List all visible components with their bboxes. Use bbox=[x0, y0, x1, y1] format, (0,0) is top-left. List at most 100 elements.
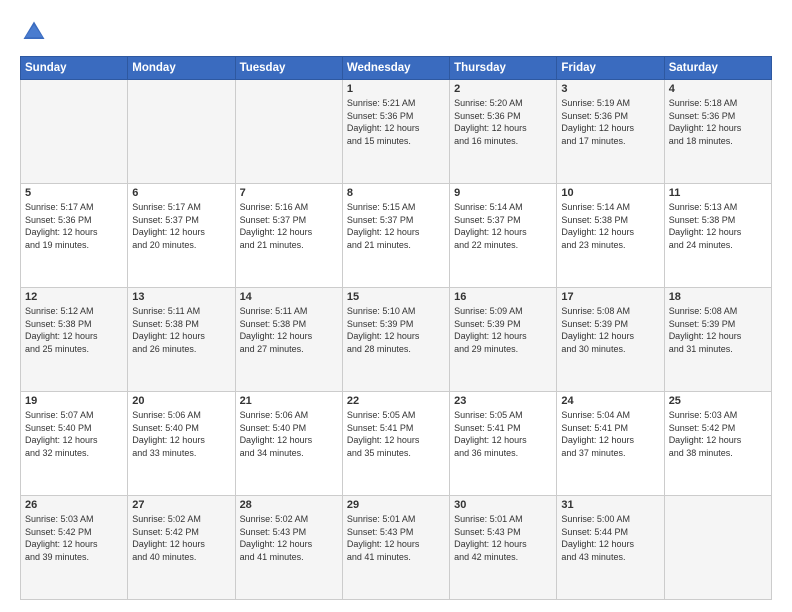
day-info: Sunrise: 5:09 AM Sunset: 5:39 PM Dayligh… bbox=[454, 305, 552, 355]
day-number: 4 bbox=[669, 83, 767, 95]
day-info: Sunrise: 5:03 AM Sunset: 5:42 PM Dayligh… bbox=[669, 409, 767, 459]
calendar-cell: 19 Sunrise: 5:07 AM Sunset: 5:40 PM Dayli… bbox=[21, 392, 128, 496]
day-info: Sunrise: 5:17 AM Sunset: 5:37 PM Dayligh… bbox=[132, 201, 230, 251]
day-number: 26 bbox=[25, 499, 123, 511]
calendar-cell: 11Sunrise: 5:13 AM Sunset: 5:38 PM Dayli… bbox=[664, 184, 771, 288]
calendar-cell: 17 Sunrise: 5:08 AM Sunset: 5:39 PM Dayli… bbox=[557, 288, 664, 392]
logo-area bbox=[20, 18, 50, 46]
calendar-cell: 5 Sunrise: 5:17 AM Sunset: 5:36 PM Daylig… bbox=[21, 184, 128, 288]
calendar-cell: 28 Sunrise: 5:02 AM Sunset: 5:43 PM Dayli… bbox=[235, 496, 342, 600]
calendar-cell: 1 Sunrise: 5:21 AM Sunset: 5:36 PM Daylig… bbox=[342, 80, 449, 184]
calendar-cell: 18Sunrise: 5:08 AM Sunset: 5:39 PM Dayli… bbox=[664, 288, 771, 392]
calendar-cell: 26 Sunrise: 5:03 AM Sunset: 5:42 PM Dayli… bbox=[21, 496, 128, 600]
day-info: Sunrise: 5:01 AM Sunset: 5:43 PM Dayligh… bbox=[454, 513, 552, 563]
day-number: 13 bbox=[132, 291, 230, 303]
day-info: Sunrise: 5:02 AM Sunset: 5:42 PM Dayligh… bbox=[132, 513, 230, 563]
calendar-cell: 21 Sunrise: 5:06 AM Sunset: 5:40 PM Dayli… bbox=[235, 392, 342, 496]
day-info: Sunrise: 5:05 AM Sunset: 5:41 PM Dayligh… bbox=[347, 409, 445, 459]
calendar-row-2: 12 Sunrise: 5:12 AM Sunset: 5:38 PM Dayli… bbox=[21, 288, 772, 392]
day-info: Sunrise: 5:12 AM Sunset: 5:38 PM Dayligh… bbox=[25, 305, 123, 355]
calendar-cell: 27 Sunrise: 5:02 AM Sunset: 5:42 PM Dayli… bbox=[128, 496, 235, 600]
day-info: Sunrise: 5:19 AM Sunset: 5:36 PM Dayligh… bbox=[561, 97, 659, 147]
day-info: Sunrise: 5:17 AM Sunset: 5:36 PM Dayligh… bbox=[25, 201, 123, 251]
calendar-cell: 16 Sunrise: 5:09 AM Sunset: 5:39 PM Dayli… bbox=[450, 288, 557, 392]
calendar-cell: 23 Sunrise: 5:05 AM Sunset: 5:41 PM Dayli… bbox=[450, 392, 557, 496]
day-info: Sunrise: 5:14 AM Sunset: 5:38 PM Dayligh… bbox=[561, 201, 659, 251]
day-number: 12 bbox=[25, 291, 123, 303]
day-info: Sunrise: 5:06 AM Sunset: 5:40 PM Dayligh… bbox=[240, 409, 338, 459]
day-info: Sunrise: 5:18 AM Sunset: 5:36 PM Dayligh… bbox=[669, 97, 767, 147]
calendar-cell: 25 Sunrise: 5:03 AM Sunset: 5:42 PM Dayli… bbox=[664, 392, 771, 496]
day-number: 21 bbox=[240, 395, 338, 407]
calendar-cell: 22 Sunrise: 5:05 AM Sunset: 5:41 PM Dayli… bbox=[342, 392, 449, 496]
day-info: Sunrise: 5:08 AM Sunset: 5:39 PM Dayligh… bbox=[669, 305, 767, 355]
calendar-cell: 13 Sunrise: 5:11 AM Sunset: 5:38 PM Dayli… bbox=[128, 288, 235, 392]
day-info: Sunrise: 5:11 AM Sunset: 5:38 PM Dayligh… bbox=[240, 305, 338, 355]
calendar-cell: 9 Sunrise: 5:14 AM Sunset: 5:37 PM Daylig… bbox=[450, 184, 557, 288]
day-number: 22 bbox=[347, 395, 445, 407]
calendar-cell: 31 Sunrise: 5:00 AM Sunset: 5:44 PM Dayli… bbox=[557, 496, 664, 600]
day-info: Sunrise: 5:21 AM Sunset: 5:36 PM Dayligh… bbox=[347, 97, 445, 147]
calendar-cell: 8 Sunrise: 5:15 AM Sunset: 5:37 PM Daylig… bbox=[342, 184, 449, 288]
day-number: 11 bbox=[669, 187, 767, 199]
weekday-header-tuesday: Tuesday bbox=[235, 57, 342, 80]
day-info: Sunrise: 5:07 AM Sunset: 5:40 PM Dayligh… bbox=[25, 409, 123, 459]
calendar-cell: 20 Sunrise: 5:06 AM Sunset: 5:40 PM Dayli… bbox=[128, 392, 235, 496]
day-info: Sunrise: 5:15 AM Sunset: 5:37 PM Dayligh… bbox=[347, 201, 445, 251]
day-info: Sunrise: 5:04 AM Sunset: 5:41 PM Dayligh… bbox=[561, 409, 659, 459]
day-number: 29 bbox=[347, 499, 445, 511]
day-number: 27 bbox=[132, 499, 230, 511]
calendar-cell bbox=[128, 80, 235, 184]
day-number: 23 bbox=[454, 395, 552, 407]
day-info: Sunrise: 5:11 AM Sunset: 5:38 PM Dayligh… bbox=[132, 305, 230, 355]
calendar-cell bbox=[235, 80, 342, 184]
day-number: 28 bbox=[240, 499, 338, 511]
day-number: 20 bbox=[132, 395, 230, 407]
calendar-cell: 4 Sunrise: 5:18 AM Sunset: 5:36 PM Daylig… bbox=[664, 80, 771, 184]
day-number: 19 bbox=[25, 395, 123, 407]
day-number: 16 bbox=[454, 291, 552, 303]
calendar-table: SundayMondayTuesdayWednesdayThursdayFrid… bbox=[20, 56, 772, 600]
weekday-header-monday: Monday bbox=[128, 57, 235, 80]
day-number: 17 bbox=[561, 291, 659, 303]
day-info: Sunrise: 5:06 AM Sunset: 5:40 PM Dayligh… bbox=[132, 409, 230, 459]
day-number: 2 bbox=[454, 83, 552, 95]
day-info: Sunrise: 5:14 AM Sunset: 5:37 PM Dayligh… bbox=[454, 201, 552, 251]
calendar-cell: 2 Sunrise: 5:20 AM Sunset: 5:36 PM Daylig… bbox=[450, 80, 557, 184]
day-number: 25 bbox=[669, 395, 767, 407]
day-number: 7 bbox=[240, 187, 338, 199]
day-info: Sunrise: 5:00 AM Sunset: 5:44 PM Dayligh… bbox=[561, 513, 659, 563]
calendar-cell: 29 Sunrise: 5:01 AM Sunset: 5:43 PM Dayli… bbox=[342, 496, 449, 600]
day-number: 9 bbox=[454, 187, 552, 199]
day-number: 30 bbox=[454, 499, 552, 511]
day-info: Sunrise: 5:01 AM Sunset: 5:43 PM Dayligh… bbox=[347, 513, 445, 563]
day-info: Sunrise: 5:10 AM Sunset: 5:39 PM Dayligh… bbox=[347, 305, 445, 355]
weekday-header-sunday: Sunday bbox=[21, 57, 128, 80]
calendar-cell: 14 Sunrise: 5:11 AM Sunset: 5:38 PM Dayli… bbox=[235, 288, 342, 392]
weekday-header-friday: Friday bbox=[557, 57, 664, 80]
day-number: 6 bbox=[132, 187, 230, 199]
calendar-row-0: 1 Sunrise: 5:21 AM Sunset: 5:36 PM Daylig… bbox=[21, 80, 772, 184]
calendar-cell: 15Sunrise: 5:10 AM Sunset: 5:39 PM Dayli… bbox=[342, 288, 449, 392]
day-info: Sunrise: 5:08 AM Sunset: 5:39 PM Dayligh… bbox=[561, 305, 659, 355]
calendar-row-1: 5 Sunrise: 5:17 AM Sunset: 5:36 PM Daylig… bbox=[21, 184, 772, 288]
day-number: 5 bbox=[25, 187, 123, 199]
calendar-cell: 10Sunrise: 5:14 AM Sunset: 5:38 PM Dayli… bbox=[557, 184, 664, 288]
calendar-cell: 30 Sunrise: 5:01 AM Sunset: 5:43 PM Dayli… bbox=[450, 496, 557, 600]
day-number: 14 bbox=[240, 291, 338, 303]
day-info: Sunrise: 5:05 AM Sunset: 5:41 PM Dayligh… bbox=[454, 409, 552, 459]
day-number: 1 bbox=[347, 83, 445, 95]
day-info: Sunrise: 5:02 AM Sunset: 5:43 PM Dayligh… bbox=[240, 513, 338, 563]
calendar-cell: 3 Sunrise: 5:19 AM Sunset: 5:36 PM Daylig… bbox=[557, 80, 664, 184]
calendar-cell: 7 Sunrise: 5:16 AM Sunset: 5:37 PM Daylig… bbox=[235, 184, 342, 288]
day-info: Sunrise: 5:03 AM Sunset: 5:42 PM Dayligh… bbox=[25, 513, 123, 563]
day-number: 3 bbox=[561, 83, 659, 95]
calendar-row-4: 26 Sunrise: 5:03 AM Sunset: 5:42 PM Dayli… bbox=[21, 496, 772, 600]
calendar-row-3: 19 Sunrise: 5:07 AM Sunset: 5:40 PM Dayli… bbox=[21, 392, 772, 496]
weekday-header-row: SundayMondayTuesdayWednesdayThursdayFrid… bbox=[21, 57, 772, 80]
day-number: 8 bbox=[347, 187, 445, 199]
day-info: Sunrise: 5:16 AM Sunset: 5:37 PM Dayligh… bbox=[240, 201, 338, 251]
day-info: Sunrise: 5:20 AM Sunset: 5:36 PM Dayligh… bbox=[454, 97, 552, 147]
day-number: 31 bbox=[561, 499, 659, 511]
calendar-cell: 12 Sunrise: 5:12 AM Sunset: 5:38 PM Dayli… bbox=[21, 288, 128, 392]
